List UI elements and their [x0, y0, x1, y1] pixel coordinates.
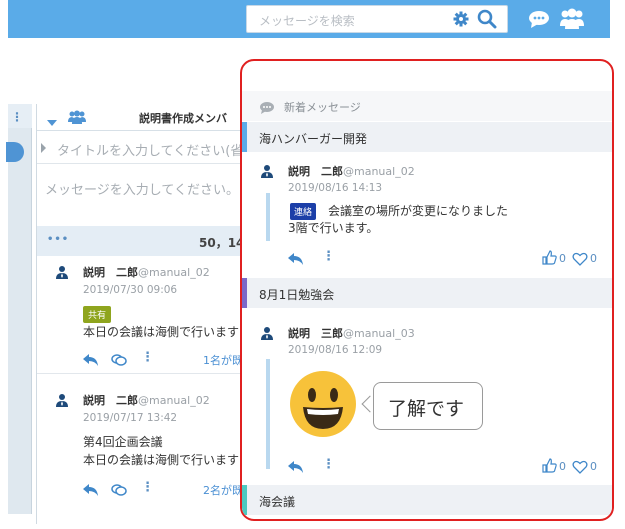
read-count[interactable]: 2名が既	[203, 482, 243, 498]
quote-bar	[266, 359, 270, 469]
message-text-line: 会議室の場所が変更になりました	[328, 204, 509, 218]
message-input[interactable]: メッセージを入力してください。	[45, 179, 239, 198]
avatar[interactable]	[260, 163, 274, 182]
sticker-bubble: 了解です	[373, 382, 483, 430]
thread-icon[interactable]	[111, 482, 127, 501]
post-date: 2019/07/17 13:42	[83, 412, 178, 424]
search-input[interactable]: メッセージを検索	[259, 12, 355, 29]
avatar[interactable]	[55, 264, 69, 283]
panel-title: 新着メッセージ	[284, 101, 361, 114]
avatar[interactable]	[55, 392, 69, 411]
category-badge: 連絡	[290, 203, 317, 220]
avatar[interactable]	[260, 325, 274, 344]
reactions: 0 0	[542, 458, 608, 476]
reply-icon[interactable]	[288, 251, 304, 270]
message-date: 2019/08/16 14:13	[288, 182, 383, 194]
read-count[interactable]: 1名が既	[203, 352, 243, 368]
char-count: 50，14	[199, 236, 245, 250]
heart-count: 0	[590, 460, 597, 473]
panel-header: 新着メッセージ	[242, 91, 612, 121]
chevron-down-icon[interactable]	[47, 112, 57, 131]
post-date: 2019/07/30 09:06	[83, 284, 178, 296]
more-menu-icon[interactable]: ⋮	[322, 457, 335, 472]
message-item: 説明 三郎@manual_03 2019/08/16 12:09 了解です ⋮ …	[242, 319, 612, 477]
group-name[interactable]: 海ハンバーガー開発	[259, 130, 367, 147]
like-count: 0	[559, 252, 566, 265]
gear-icon[interactable]	[453, 11, 469, 31]
chat-icon	[259, 99, 275, 118]
list-item: 説明 二郎@manual_02 2019/07/30 09:06 共有 本日の会…	[37, 256, 246, 374]
new-messages-panel: 新着メッセージ 海ハンバーガー開発 説明 二郎@manual_02 2019/0…	[240, 59, 614, 521]
column-menu-icon[interactable]: ⋮	[11, 110, 23, 124]
user-name[interactable]: 説明 二郎@manual_02	[288, 163, 415, 179]
more-icon[interactable]: •••	[47, 234, 69, 245]
title-input-row[interactable]: タイトルを入力してください(省	[37, 132, 246, 164]
search-box[interactable]: メッセージを検索	[246, 5, 508, 33]
group-name[interactable]: 8月1日勉強会	[259, 286, 334, 303]
quote-bar	[266, 193, 270, 241]
group-name[interactable]: 海会議	[259, 493, 295, 510]
message-item: 説明 二郎@manual_02 2019/08/16 14:13 連絡 会議室の…	[242, 157, 612, 267]
like-count: 0	[559, 460, 566, 473]
thread-icon[interactable]	[111, 352, 127, 371]
heart-icon[interactable]	[572, 459, 588, 478]
message-text-line: 3階で行います。	[288, 221, 379, 235]
reply-icon[interactable]	[288, 459, 304, 478]
post-text-line: 第4回企画会議	[83, 435, 163, 449]
smiley-icon	[290, 371, 356, 437]
post-text-line: 本日の会議は海側で行います	[83, 453, 240, 467]
more-menu-icon[interactable]: ⋮	[322, 249, 335, 264]
more-menu-icon[interactable]: ⋮	[141, 480, 154, 495]
post-actions: ⋮ 1名が既	[83, 350, 243, 368]
user-name[interactable]: 説明 三郎@manual_03	[288, 325, 415, 341]
group-icon	[68, 109, 86, 128]
column-toggle[interactable]	[6, 142, 24, 162]
post-text: 本日の会議は海側で行います	[83, 325, 240, 339]
like-icon[interactable]	[542, 458, 557, 477]
group-column: 説明書作成メンバ タイトルを入力してください(省 メッセージを入力してください。…	[36, 104, 246, 524]
group-header[interactable]: 海ハンバーガー開発	[242, 122, 612, 152]
collapsed-column: ⋮	[6, 104, 32, 514]
more-menu-icon[interactable]: ⋮	[141, 350, 154, 365]
chat-icon[interactable]	[528, 10, 550, 32]
post-actions: ⋮ 2名が既	[83, 480, 243, 498]
column-title: 説明書作成メンバ	[139, 112, 227, 125]
reply-icon[interactable]	[83, 482, 99, 501]
reactions: 0 0	[542, 250, 608, 268]
message-date: 2019/08/16 12:09	[288, 344, 383, 356]
search-icon[interactable]	[477, 9, 497, 33]
user-name[interactable]: 説明 二郎@manual_02	[83, 264, 210, 280]
column-header: 説明書作成メンバ	[37, 104, 246, 131]
title-input[interactable]: タイトルを入力してください(省	[57, 140, 243, 159]
category-badge: 共有	[83, 306, 112, 323]
like-icon[interactable]	[542, 250, 557, 269]
group-header[interactable]: 8月1日勉強会	[242, 278, 612, 308]
heart-count: 0	[590, 252, 597, 265]
users-icon[interactable]	[559, 8, 585, 34]
user-name[interactable]: 説明 二郎@manual_02	[83, 392, 210, 408]
expand-icon[interactable]	[41, 143, 46, 153]
sticker: 了解です	[288, 369, 488, 449]
list-item: 説明 二郎@manual_02 2019/07/17 13:42 第4回企画会議…	[37, 384, 246, 524]
sticker-text: 了解です	[388, 398, 465, 420]
top-bar: メッセージを検索	[8, 0, 610, 38]
heart-icon[interactable]	[572, 251, 588, 270]
reply-icon[interactable]	[83, 352, 99, 371]
message-input-area[interactable]: メッセージを入力してください。	[37, 165, 246, 225]
group-header[interactable]: 海会議	[242, 485, 612, 515]
column-toolbar: ••• 50，14	[37, 226, 246, 256]
